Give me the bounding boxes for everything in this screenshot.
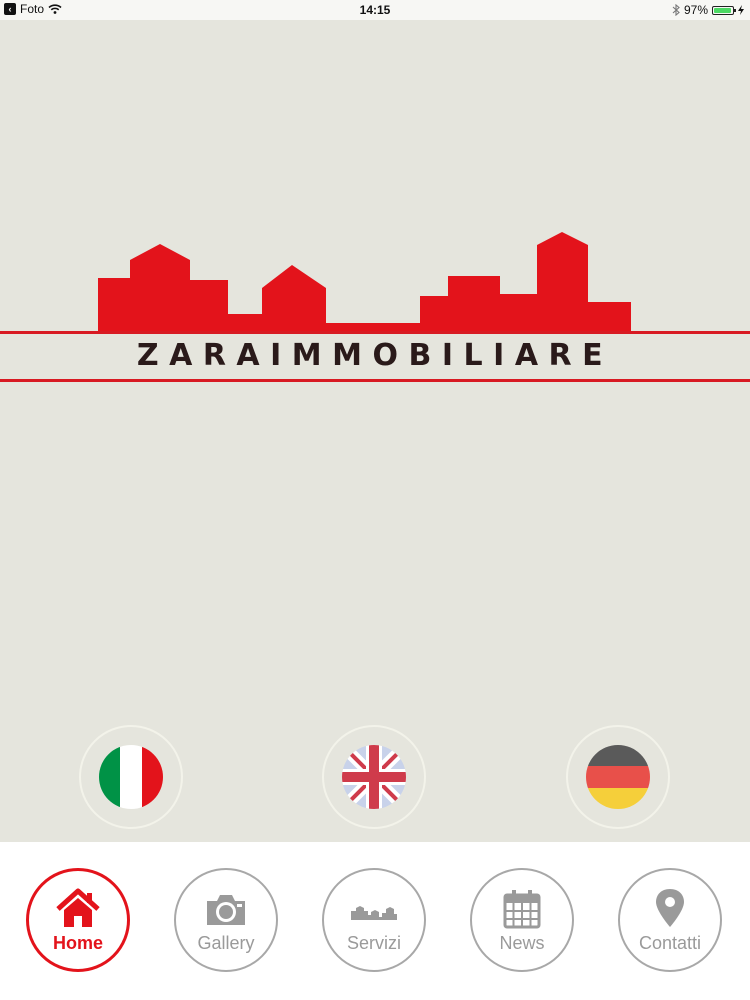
nav-servizi-button[interactable]: Servizi xyxy=(322,868,426,972)
battery-icon xyxy=(712,5,736,15)
logo-bottom-line xyxy=(0,379,750,382)
germany-flag-icon xyxy=(586,745,650,809)
logo-top-line xyxy=(0,331,750,334)
nav-contatti-button[interactable]: Contatti xyxy=(618,868,722,972)
language-german-button[interactable] xyxy=(566,725,670,829)
charging-icon xyxy=(738,5,744,15)
nav-home-button[interactable]: Home xyxy=(26,868,130,972)
map-pin-icon xyxy=(656,889,684,927)
uk-flag-icon xyxy=(342,745,406,809)
nav-home-label: Home xyxy=(52,933,103,953)
nav-servizi-label: Servizi xyxy=(346,933,401,953)
home-icon xyxy=(56,888,100,927)
nav-news-label: News xyxy=(499,933,545,953)
nav-contatti-label: Contatti xyxy=(638,933,702,953)
skyline-icon xyxy=(351,906,397,920)
skyline-left xyxy=(98,244,326,333)
status-bar: ‹ Foto 14:15 97% xyxy=(0,0,750,20)
language-english-button[interactable] xyxy=(322,725,426,829)
status-right: 97% xyxy=(672,3,744,17)
skyline-right xyxy=(420,232,631,333)
bottom-navigation: Home Gallery Servizi News Contatti xyxy=(0,842,750,1000)
battery-percent: 97% xyxy=(683,3,708,17)
language-italian-button[interactable] xyxy=(79,725,183,829)
nav-gallery-button[interactable]: Gallery xyxy=(174,868,278,972)
italy-flag-icon xyxy=(99,745,163,809)
battery-fill xyxy=(714,7,732,13)
brand-name: ZARAIMMOBILIARE xyxy=(136,338,614,373)
bluetooth-icon xyxy=(672,4,680,16)
status-time: 14:15 xyxy=(359,3,391,17)
calendar-icon xyxy=(503,890,541,929)
nav-news-button[interactable]: News xyxy=(470,868,574,972)
camera-icon xyxy=(207,895,245,925)
nav-gallery-label: Gallery xyxy=(197,933,255,953)
